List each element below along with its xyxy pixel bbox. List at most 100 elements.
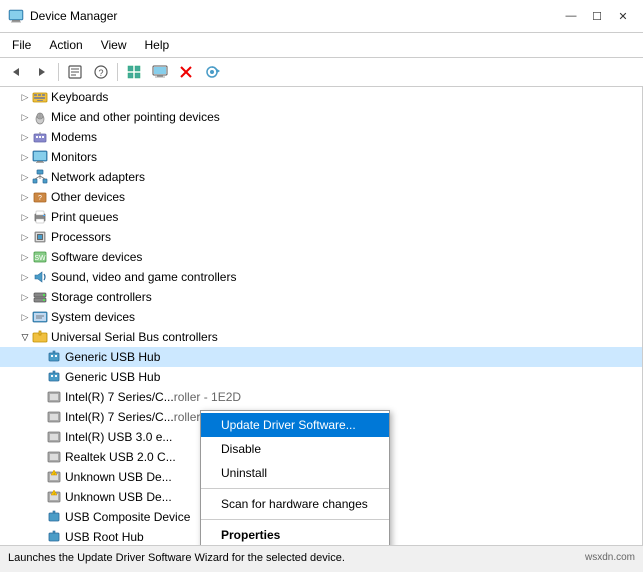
realtek-icon bbox=[46, 449, 62, 465]
toolbar-back[interactable] bbox=[4, 61, 28, 83]
toolbar-help[interactable]: ? bbox=[89, 61, 113, 83]
storage-label: Storage controllers bbox=[51, 290, 152, 304]
tree-item-intel1[interactable]: ▷ Intel(R) 7 Series/C... roller - 1E2D bbox=[0, 387, 642, 407]
software-label: Software devices bbox=[51, 250, 142, 264]
tree-item-print[interactable]: ▷ Print queues bbox=[0, 207, 642, 227]
software-icon: SW bbox=[32, 249, 48, 265]
expand-software[interactable]: ▷ bbox=[18, 250, 32, 264]
svg-text:?: ? bbox=[98, 68, 103, 78]
menu-file[interactable]: File bbox=[4, 35, 39, 55]
main-area: ▷ Keyboards ▷ bbox=[0, 87, 643, 545]
svg-text:?: ? bbox=[38, 195, 42, 202]
unknown2-label: Unknown USB De... bbox=[65, 490, 172, 504]
system-label: System devices bbox=[51, 310, 135, 324]
tree-item-sound[interactable]: ▷ Sound, video and game controllers bbox=[0, 267, 642, 287]
sound-label: Sound, video and game controllers bbox=[51, 270, 236, 284]
toolbar-uninstall[interactable] bbox=[174, 61, 198, 83]
context-menu-update[interactable]: Update Driver Software... bbox=[201, 413, 389, 437]
network-icon bbox=[32, 169, 48, 185]
expand-other[interactable]: ▷ bbox=[18, 190, 32, 204]
keyboards-label: Keyboards bbox=[51, 90, 108, 104]
context-menu: Update Driver Software... Disable Uninst… bbox=[200, 410, 390, 545]
scan-label: Scan for hardware changes bbox=[221, 497, 368, 511]
expand-keyboards[interactable]: ▷ bbox=[18, 90, 32, 104]
unknown2-icon: ! bbox=[46, 489, 62, 505]
tree-item-usb[interactable]: ▽ Universal Serial Bus controllers bbox=[0, 327, 642, 347]
toolbar: ? bbox=[0, 58, 643, 87]
tree-item-keyboards[interactable]: ▷ Keyboards bbox=[0, 87, 642, 107]
tree-item-mice[interactable]: ▷ Mice and other pointing devices bbox=[0, 107, 642, 127]
tree-item-software[interactable]: ▷ SW Software devices bbox=[0, 247, 642, 267]
context-menu-scan[interactable]: Scan for hardware changes bbox=[201, 492, 389, 516]
window-title: Device Manager bbox=[30, 9, 117, 23]
intel3-label: Intel(R) USB 3.0 e... bbox=[65, 430, 172, 444]
title-bar-left: Device Manager bbox=[8, 8, 117, 24]
expand-network[interactable]: ▷ bbox=[18, 170, 32, 184]
print-icon bbox=[32, 209, 48, 225]
network-label: Network adapters bbox=[51, 170, 145, 184]
context-menu-uninstall[interactable]: Uninstall bbox=[201, 461, 389, 485]
root1-icon bbox=[46, 529, 62, 545]
tree-item-monitors[interactable]: ▷ Monitors bbox=[0, 147, 642, 167]
processors-icon bbox=[32, 229, 48, 245]
mice-label: Mice and other pointing devices bbox=[51, 110, 220, 124]
unknown1-label: Unknown USB De... bbox=[65, 470, 172, 484]
device-tree[interactable]: ▷ Keyboards ▷ bbox=[0, 87, 643, 545]
intel2-icon bbox=[46, 409, 62, 425]
toolbar-properties[interactable] bbox=[63, 61, 87, 83]
menu-action[interactable]: Action bbox=[41, 35, 90, 55]
usb-hub-icon-1 bbox=[46, 349, 62, 365]
expand-sound[interactable]: ▷ bbox=[18, 270, 32, 284]
tree-item-system[interactable]: ▷ System devices bbox=[0, 307, 642, 327]
tree-item-generic2[interactable]: ▷ Generic USB Hub bbox=[0, 367, 642, 387]
modems-icon bbox=[32, 129, 48, 145]
usb-hub-icon-2 bbox=[46, 369, 62, 385]
monitors-label: Monitors bbox=[51, 150, 97, 164]
tree-item-other[interactable]: ▷ ? Other devices bbox=[0, 187, 642, 207]
tree-item-network[interactable]: ▷ Network adapters bbox=[0, 167, 642, 187]
maximize-button[interactable]: ☐ bbox=[585, 6, 609, 26]
minimize-button[interactable]: — bbox=[559, 6, 583, 26]
toolbar-show-hidden[interactable] bbox=[122, 61, 146, 83]
intel2-label: Intel(R) 7 Series/C... bbox=[65, 410, 174, 424]
toolbar-sep-1 bbox=[58, 63, 59, 81]
print-label: Print queues bbox=[51, 210, 118, 224]
menu-bar: File Action View Help bbox=[0, 33, 643, 58]
tree-item-modems[interactable]: ▷ Modems bbox=[0, 127, 642, 147]
root1-label: USB Root Hub bbox=[65, 530, 144, 544]
toolbar-forward[interactable] bbox=[30, 61, 54, 83]
expand-processors[interactable]: ▷ bbox=[18, 230, 32, 244]
expand-print[interactable]: ▷ bbox=[18, 210, 32, 224]
close-button[interactable]: ✕ bbox=[611, 6, 635, 26]
generic2-label: Generic USB Hub bbox=[65, 370, 160, 384]
context-menu-disable[interactable]: Disable bbox=[201, 437, 389, 461]
realtek-label: Realtek USB 2.0 C... bbox=[65, 450, 176, 464]
context-menu-properties[interactable]: Properties bbox=[201, 523, 389, 545]
tree-item-generic1[interactable]: ▷ Generic USB Hub bbox=[0, 347, 642, 367]
expand-modems[interactable]: ▷ bbox=[18, 130, 32, 144]
tree-item-processors[interactable]: ▷ Processors bbox=[0, 227, 642, 247]
menu-view[interactable]: View bbox=[93, 35, 135, 55]
expand-usb[interactable]: ▽ bbox=[18, 330, 32, 344]
menu-help[interactable]: Help bbox=[137, 35, 178, 55]
other-icon: ? bbox=[32, 189, 48, 205]
expand-monitors[interactable]: ▷ bbox=[18, 150, 32, 164]
expand-system[interactable]: ▷ bbox=[18, 310, 32, 324]
expand-storage[interactable]: ▷ bbox=[18, 290, 32, 304]
storage-icon bbox=[32, 289, 48, 305]
modems-label: Modems bbox=[51, 130, 97, 144]
tree-item-storage[interactable]: ▷ Storage controllers bbox=[0, 287, 642, 307]
app-icon bbox=[8, 8, 24, 24]
expand-mice[interactable]: ▷ bbox=[18, 110, 32, 124]
intel3-icon bbox=[46, 429, 62, 445]
context-menu-sep bbox=[201, 488, 389, 489]
toolbar-sep-2 bbox=[117, 63, 118, 81]
title-bar-controls: — ☐ ✕ bbox=[559, 6, 635, 26]
sound-icon bbox=[32, 269, 48, 285]
toolbar-scan[interactable] bbox=[200, 61, 224, 83]
status-message: Launches the Update Driver Software Wiza… bbox=[8, 552, 345, 564]
context-menu-sep2 bbox=[201, 519, 389, 520]
usb-label: Universal Serial Bus controllers bbox=[51, 330, 218, 344]
processors-label: Processors bbox=[51, 230, 111, 244]
toolbar-computer[interactable] bbox=[148, 61, 172, 83]
